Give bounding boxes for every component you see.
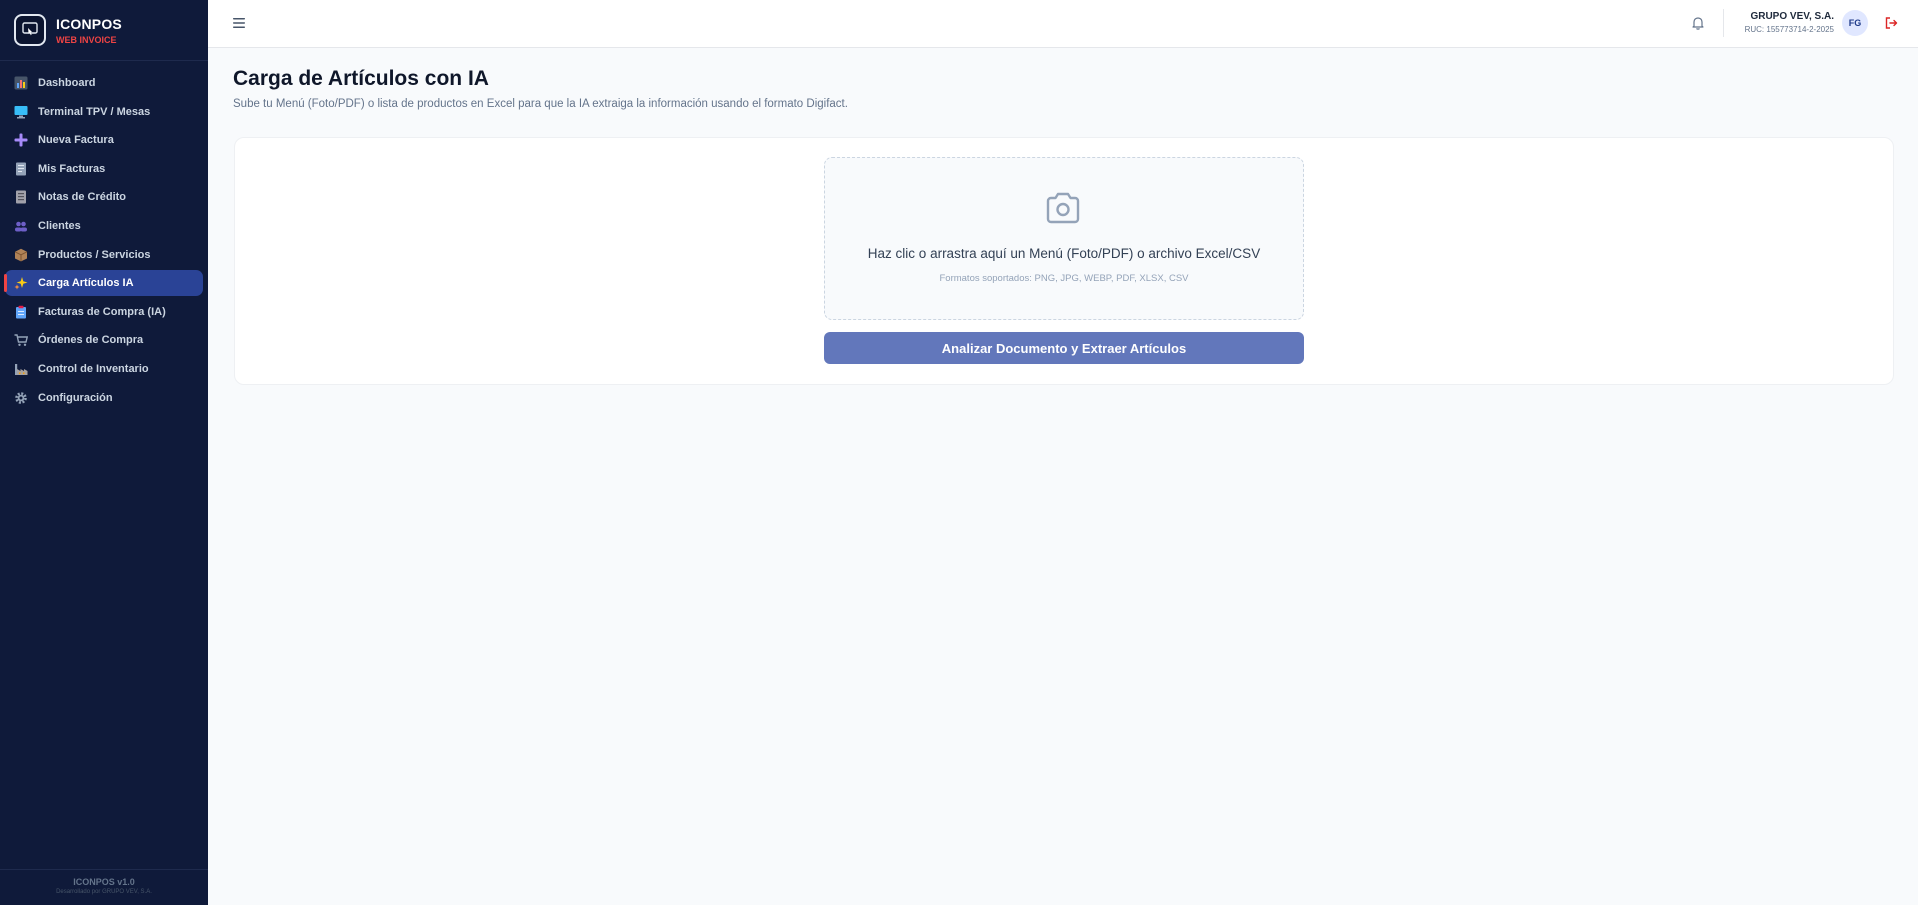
file-dropzone[interactable]: Haz clic o arrastra aquí un Menú (Foto/P… xyxy=(824,157,1304,320)
sidebar-item-notas-credito[interactable]: Notas de Crédito xyxy=(5,184,203,210)
sidebar-item-nueva-factura[interactable]: Nueva Factura xyxy=(5,127,203,153)
avatar[interactable]: FG xyxy=(1842,10,1868,36)
brand-subtitle: WEB INVOICE xyxy=(56,34,117,45)
analyze-document-button[interactable]: Analizar Documento y Extraer Artículos xyxy=(824,332,1304,364)
topbar-divider xyxy=(1723,9,1724,37)
plus-icon xyxy=(14,133,28,147)
brand[interactable]: ICONPOS WEB INVOICE xyxy=(0,0,208,61)
sidebar: ICONPOS WEB INVOICE Dashboard Terminal T… xyxy=(0,0,208,905)
sidebar-item-dashboard[interactable]: Dashboard xyxy=(5,70,203,96)
dropzone-instruction: Haz clic o arrastra aquí un Menú (Foto/P… xyxy=(867,246,1261,261)
document-icon xyxy=(16,162,26,176)
sidebar-item-label: Configuración xyxy=(38,391,113,404)
sidebar-item-control-inventario[interactable]: Control de Inventario xyxy=(5,356,203,382)
clipboard-icon xyxy=(16,305,26,319)
topbar: GRUPO VEV, S.A. RUC: 155773714-2-2025 FG xyxy=(208,0,1918,48)
sidebar-item-label: Terminal TPV / Mesas xyxy=(38,105,151,118)
sidebar-item-label: Productos / Servicios xyxy=(38,248,151,261)
sidebar-item-ordenes-compra[interactable]: Órdenes de Compra xyxy=(5,327,203,353)
camera-icon xyxy=(1046,192,1080,224)
sidebar-item-label: Órdenes de Compra xyxy=(38,334,144,347)
company-name: GRUPO VEV, S.A. xyxy=(1750,11,1834,22)
page-title: Carga de Artículos con IA xyxy=(233,67,489,90)
pos-terminal-icon xyxy=(14,14,46,46)
bell-icon[interactable] xyxy=(1690,15,1706,31)
sidebar-item-label: Control de Inventario xyxy=(38,362,149,375)
monitor-icon xyxy=(14,105,28,119)
sidebar-item-clientes[interactable]: Clientes xyxy=(5,213,203,239)
sidebar-item-label: Mis Facturas xyxy=(38,162,106,175)
sidebar-item-label: Carga Artículos IA xyxy=(38,277,134,290)
supported-formats: Formatos soportados: PNG, JPG, WEBP, PDF… xyxy=(939,273,1189,284)
factory-icon xyxy=(15,363,28,375)
users-icon xyxy=(15,221,27,232)
sidebar-item-configuracion[interactable]: Configuración xyxy=(5,385,203,411)
app-version: ICONPOS v1.0 xyxy=(73,877,135,887)
sidebar-nav: Dashboard Terminal TPV / Mesas Nueva Fac… xyxy=(0,70,208,411)
sidebar-item-label: Facturas de Compra (IA) xyxy=(38,305,166,318)
sidebar-item-carga-articulos-ia[interactable]: Carga Artículos IA xyxy=(4,270,203,297)
company-ruc: RUC: 155773714-2-2025 xyxy=(1744,25,1834,34)
sidebar-item-facturas-compra[interactable]: Facturas de Compra (IA) xyxy=(5,299,203,325)
page-subtitle: Sube tu Menú (Foto/PDF) o lista de produ… xyxy=(233,98,848,110)
receipt-icon xyxy=(16,190,26,204)
sidebar-item-label: Dashboard xyxy=(38,77,96,89)
sidebar-item-terminal[interactable]: Terminal TPV / Mesas xyxy=(5,99,203,125)
sidebar-item-mis-facturas[interactable]: Mis Facturas xyxy=(5,156,203,182)
developer-credit: Desarrollado por GRUPO VEV, S.A. xyxy=(56,889,152,895)
brand-name: ICONPOS xyxy=(56,15,122,32)
hamburger-menu-icon[interactable] xyxy=(233,18,245,28)
gear-icon xyxy=(15,391,27,404)
sidebar-item-label: Clientes xyxy=(38,219,81,232)
sidebar-item-label: Notas de Crédito xyxy=(38,191,127,204)
sidebar-item-productos[interactable]: Productos / Servicios xyxy=(5,242,203,268)
package-icon xyxy=(14,248,28,261)
cart-icon xyxy=(14,334,28,347)
logout-icon[interactable] xyxy=(1883,15,1899,31)
company-info: GRUPO VEV, S.A. RUC: 155773714-2-2025 xyxy=(1745,11,1834,34)
sidebar-item-label: Nueva Factura xyxy=(38,134,114,147)
sparkles-icon xyxy=(14,277,28,290)
sidebar-footer: ICONPOS v1.0 Desarrollado por GRUPO VEV,… xyxy=(0,869,208,905)
bar-chart-icon xyxy=(14,76,28,90)
